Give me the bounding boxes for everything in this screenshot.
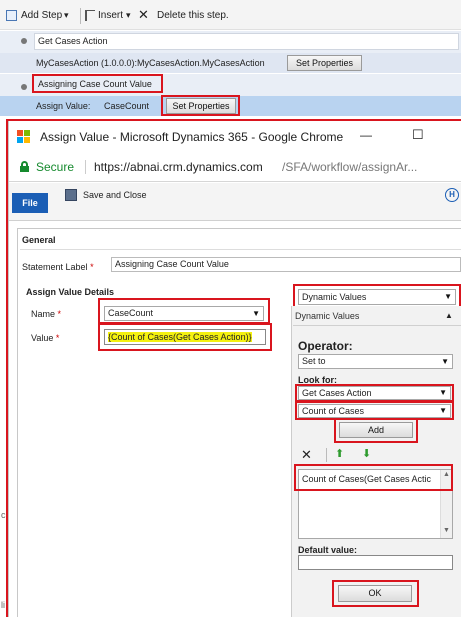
- general-heading: General: [22, 235, 56, 245]
- step1-action-name: MyCasesAction (1.0.0.0):MyCasesAction.My…: [36, 58, 265, 68]
- url-host: https://abnai.crm.dynamics.com: [94, 160, 263, 174]
- windows-logo-icon: [17, 130, 31, 144]
- add-highlight: [334, 418, 418, 443]
- tab-file[interactable]: File: [12, 193, 48, 213]
- scroll-down-icon[interactable]: ▼: [443, 527, 450, 534]
- maximize-button[interactable]: ☐: [412, 127, 424, 143]
- workflow-toolbar: [0, 0, 461, 30]
- set-properties-highlight: [161, 95, 240, 116]
- name-highlight: [98, 298, 270, 324]
- collapse-icon[interactable]: ▲: [445, 311, 453, 320]
- dynamic-values-header: Dynamic Values: [295, 311, 360, 321]
- operator-select[interactable]: Set to ▼: [298, 354, 453, 369]
- default-value-input[interactable]: [298, 555, 453, 570]
- address-divider: [85, 160, 86, 174]
- add-step-label: Add Step: [21, 10, 63, 21]
- toolbar-divider: [80, 8, 81, 24]
- help-icon[interactable]: H: [445, 188, 459, 202]
- dynamic-values-highlight: [293, 284, 461, 308]
- general-divider: [20, 249, 461, 250]
- default-value-label: Default value:: [298, 545, 358, 555]
- add-step-icon: [6, 10, 17, 21]
- designer-edge-text: c: [1, 510, 6, 520]
- statement-label: Statement Label *: [22, 262, 94, 272]
- assign-value-target: CaseCount: [104, 101, 150, 111]
- dropdown-arrow-icon: ▼: [441, 357, 449, 366]
- step2-title-highlight: [32, 74, 163, 93]
- designer-edge-text: li: [1, 600, 5, 610]
- icon-divider: [326, 448, 327, 462]
- secure-label: Secure: [36, 160, 75, 174]
- move-down-icon[interactable]: ⬇: [362, 447, 371, 460]
- clear-icon[interactable]: ✕: [301, 447, 312, 463]
- minimize-button[interactable]: —: [360, 128, 372, 142]
- chevron-down-icon: ▾: [126, 10, 131, 20]
- window-title: Assign Value - Microsoft Dynamics 365 - …: [40, 130, 344, 144]
- insert-icon: [85, 10, 95, 21]
- chevron-down-icon: ▾: [64, 10, 69, 20]
- save-close-label: Save and Close: [83, 190, 147, 200]
- set-properties-button[interactable]: Set Properties: [287, 55, 362, 71]
- step2-bullet-icon: [21, 84, 27, 90]
- step1-bullet-icon: [21, 38, 27, 44]
- delete-label: Delete this step.: [157, 10, 229, 21]
- look-entity-highlight: [295, 384, 454, 402]
- url-path: /SFA/workflow/assignAr...: [282, 160, 418, 174]
- panel-header-divider: [293, 325, 461, 326]
- lock-icon: [20, 161, 29, 172]
- insert-label: Insert: [98, 10, 124, 21]
- step1-title[interactable]: Get Cases Action: [34, 33, 459, 50]
- tab-file-label: File: [22, 198, 38, 208]
- statement-label-input[interactable]: Assigning Case Count Value: [111, 257, 461, 272]
- name-label: Name *: [31, 309, 62, 319]
- list-item-highlight: [294, 464, 453, 491]
- operator-label: Operator:: [298, 339, 353, 353]
- ok-highlight: [332, 580, 419, 607]
- move-up-icon[interactable]: ⬆: [335, 447, 344, 460]
- value-label: Value *: [31, 333, 60, 343]
- close-icon: ✕: [138, 7, 149, 22]
- assign-details-heading: Assign Value Details: [26, 287, 115, 297]
- save-icon: [65, 189, 77, 201]
- assign-value-label: Assign Value:: [36, 101, 91, 111]
- value-highlight: [98, 323, 272, 351]
